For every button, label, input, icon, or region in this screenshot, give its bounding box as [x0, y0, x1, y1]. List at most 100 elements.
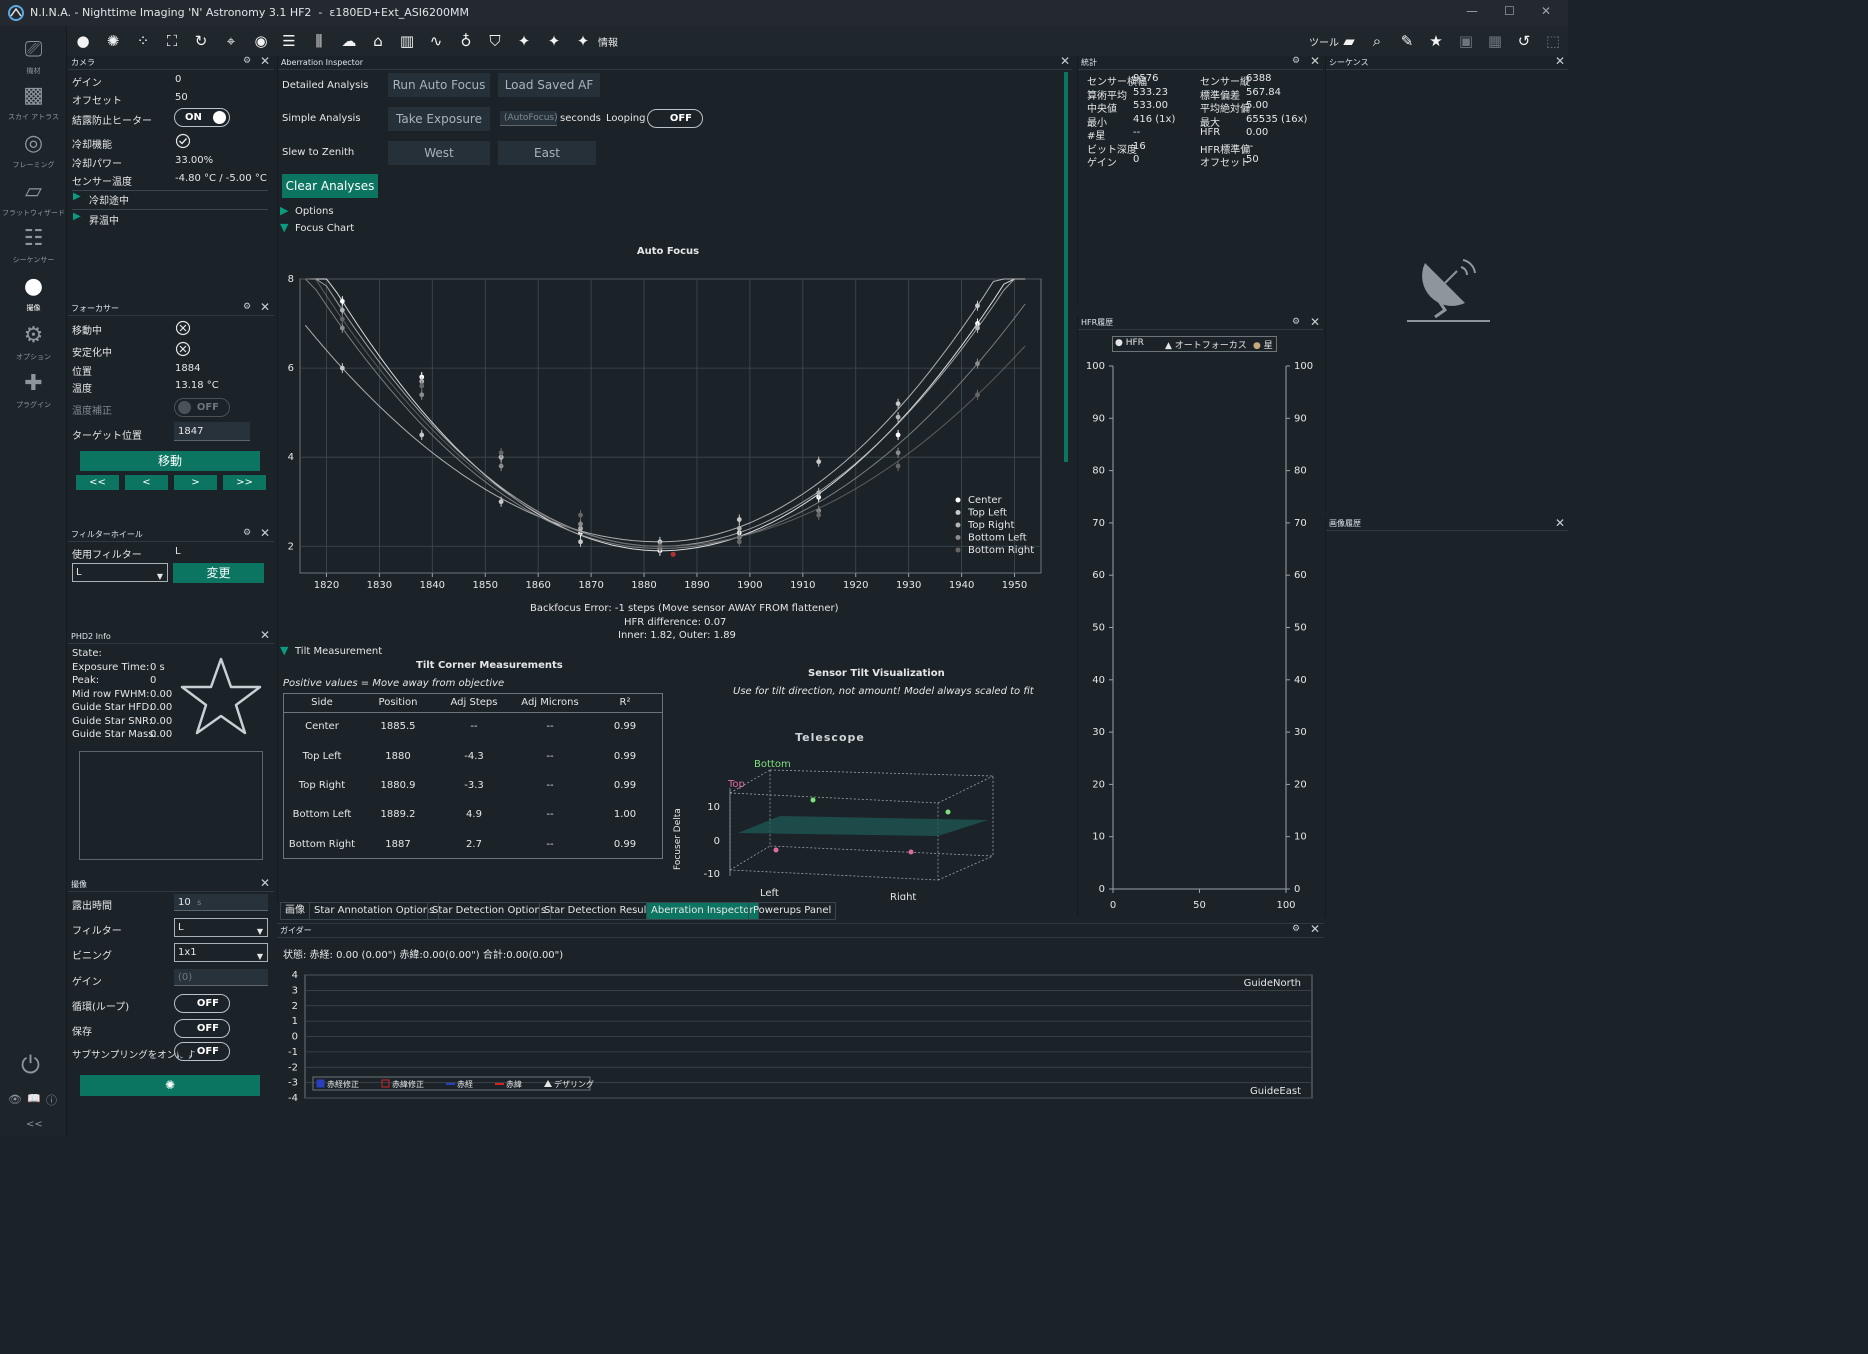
sequence-close-icon[interactable]: ✕	[1555, 54, 1565, 68]
list-icon[interactable]: ☰	[278, 32, 300, 50]
start-capture-button[interactable]: ✺	[80, 1075, 260, 1096]
puzzle-icon[interactable]: ✦	[572, 32, 594, 50]
info-label[interactable]: 情報	[598, 34, 618, 49]
warming-label[interactable]: 昇温中	[89, 212, 119, 227]
eye-icon[interactable]: 👁	[8, 1093, 22, 1106]
change-filter-button[interactable]: 変更	[173, 563, 264, 583]
frame-icon[interactable]: ⛶	[161, 32, 183, 50]
rail-item-6[interactable]: ⚙ オプション	[0, 322, 67, 362]
rail-item-2[interactable]: ◎ フレーミング	[0, 130, 67, 170]
target-position-input[interactable]: 1847	[174, 422, 250, 441]
step-forward-button[interactable]: >	[174, 475, 217, 490]
bulb-icon[interactable]: ♁	[455, 32, 477, 50]
focuser-settings-icon[interactable]: ⚙	[243, 302, 251, 312]
hfr-close-icon[interactable]: ✕	[1310, 315, 1320, 329]
filterwheel-close-icon[interactable]: ✕	[260, 526, 270, 540]
rail-item-3[interactable]: ▱ フラットウィザード	[0, 178, 67, 218]
save-toggle[interactable]: OFF	[174, 1019, 230, 1038]
expand-options-icon[interactable]: ▶	[280, 204, 288, 217]
focus-chart-label[interactable]: Focus Chart	[295, 223, 354, 234]
aberration-scrollbar[interactable]	[1064, 72, 1068, 462]
crop-icon[interactable]: ⬚	[1542, 32, 1564, 50]
temp-compensation-toggle[interactable]: OFF	[174, 398, 230, 417]
autofocus-seconds-input[interactable]: (AutoFocus)	[500, 111, 558, 126]
guider-close-icon[interactable]: ✕	[1310, 922, 1320, 936]
brush-icon[interactable]: ✎	[1396, 32, 1418, 50]
collapse-focus-chart-icon[interactable]: ▼	[280, 221, 288, 234]
af-icon[interactable]: ▣	[1455, 32, 1477, 50]
dots-icon[interactable]: ⁘	[132, 32, 154, 50]
exposure-time-input[interactable]: 10 s	[174, 894, 268, 911]
filter-select[interactable]: L ▼	[72, 563, 168, 582]
zoom-icon[interactable]: ⌕	[1366, 32, 1388, 50]
guider-settings-icon[interactable]: ⚙	[1292, 924, 1300, 934]
telescope-icon[interactable]: ⌖	[220, 32, 242, 50]
expand-cooling-icon[interactable]: ▶	[73, 191, 81, 202]
cooling-label[interactable]: 冷却途中	[89, 192, 129, 207]
camera-close-icon[interactable]: ✕	[260, 54, 270, 68]
imaging-filter-select[interactable]: L ▼	[174, 918, 268, 937]
close-window-icon[interactable]: ✕	[1541, 4, 1551, 18]
grid-icon[interactable]: ▦	[1484, 32, 1506, 50]
minimize-icon[interactable]: —	[1466, 4, 1478, 18]
expand-warming-icon[interactable]: ▶	[73, 211, 81, 222]
info-icon[interactable]: ⓘ	[46, 1092, 57, 1108]
observatory-icon[interactable]: ⌂	[367, 32, 389, 50]
looping-toggle[interactable]: OFF	[647, 109, 703, 128]
rail-item-5[interactable]: ● 撮像	[0, 273, 67, 313]
aberration-close-icon[interactable]: ✕	[1060, 54, 1070, 68]
book-icon[interactable]: 📖	[27, 1092, 41, 1105]
bar-chart-icon[interactable]: ▥	[396, 32, 418, 50]
load-saved-af-button[interactable]: Load Saved AF	[498, 73, 600, 97]
tab-5[interactable]: Powerups Panel	[748, 902, 837, 920]
move-focuser-button[interactable]: 移動	[80, 451, 260, 471]
hfr-settings-icon[interactable]: ⚙	[1292, 317, 1300, 327]
step-back-large-button[interactable]: <<	[76, 475, 119, 490]
puzzle-icon[interactable]: ✦	[513, 32, 535, 50]
collapse-tilt-icon[interactable]: ▼	[280, 644, 288, 657]
loop-toggle[interactable]: OFF	[174, 994, 230, 1013]
stats-close-icon[interactable]: ✕	[1310, 54, 1320, 68]
image-history-close-icon[interactable]: ✕	[1555, 516, 1565, 530]
wave-icon[interactable]: ∿	[425, 32, 447, 50]
focuser-close-icon[interactable]: ✕	[260, 300, 270, 314]
tab-2[interactable]: Star Detection Options	[427, 902, 552, 920]
filterwheel-settings-icon[interactable]: ⚙	[243, 528, 251, 538]
history-icon[interactable]: ↺	[1513, 32, 1535, 50]
tab-4[interactable]: Aberration Inspector	[646, 902, 759, 920]
phd2-close-icon[interactable]: ✕	[260, 628, 270, 642]
power-icon[interactable]: ⏻	[21, 1051, 40, 1079]
slew-west-button[interactable]: West	[388, 141, 490, 165]
stats-settings-icon[interactable]: ⚙	[1292, 56, 1300, 66]
tab-3[interactable]: Star Detection Results	[539, 902, 661, 920]
flat-icon[interactable]: ▰	[1338, 32, 1360, 50]
tilt-measurement-label[interactable]: Tilt Measurement	[295, 646, 382, 657]
rail-item-4[interactable]: ☷ シーケンサー	[0, 225, 67, 265]
aperture-icon[interactable]: ✺	[102, 32, 124, 50]
step-forward-large-button[interactable]: >>	[223, 475, 266, 490]
gain-input[interactable]: (0)	[174, 969, 268, 986]
clear-analyses-button[interactable]: Clear Analyses	[282, 174, 378, 198]
collapse-rail-button[interactable]: <<	[26, 1119, 43, 1130]
run-autofocus-button[interactable]: Run Auto Focus	[388, 73, 490, 97]
camera-settings-icon[interactable]: ⚙	[243, 56, 251, 66]
dew-heater-toggle[interactable]: ON	[174, 108, 230, 127]
options-label[interactable]: Options	[295, 206, 334, 217]
star-icon[interactable]: ★	[1425, 32, 1447, 50]
rail-item-7[interactable]: ✚ プラグイン	[0, 370, 67, 410]
step-back-button[interactable]: <	[125, 475, 168, 490]
shield-icon[interactable]: ⛉	[484, 32, 506, 50]
tab-0[interactable]: 画像	[280, 902, 310, 920]
subsample-toggle[interactable]: OFF	[174, 1042, 230, 1061]
maximize-icon[interactable]: ☐	[1504, 4, 1515, 18]
rail-item-1[interactable]: ▩ スカイ アトラス	[0, 82, 67, 122]
rotate-icon[interactable]: ↻	[190, 32, 212, 50]
take-exposure-button[interactable]: Take Exposure	[388, 107, 490, 131]
rail-item-0[interactable]: ⎚ 機材	[0, 36, 67, 76]
tab-1[interactable]: Star Annotation Options	[309, 902, 440, 920]
tools-label[interactable]: ツール	[1309, 34, 1339, 49]
cloud-icon[interactable]: ☁	[338, 32, 360, 50]
sliders-icon[interactable]: ⫼	[308, 32, 330, 50]
circle-icon[interactable]: ●	[72, 32, 94, 50]
target-icon[interactable]: ◉	[250, 32, 272, 50]
